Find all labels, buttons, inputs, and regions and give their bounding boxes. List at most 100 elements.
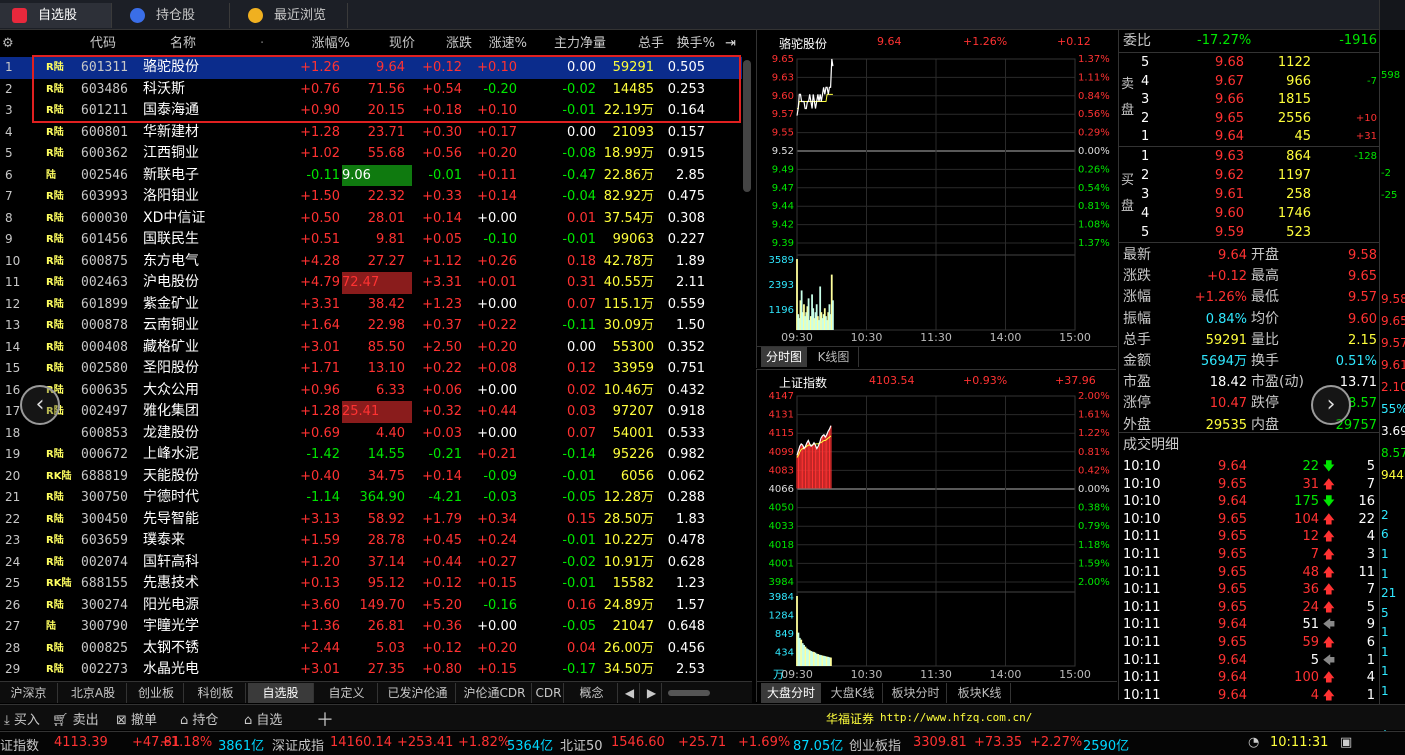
buy-level[interactable]: 4 9.60 1746: [1119, 205, 1379, 223]
stock-intraday-chart[interactable]: 9.65 1.37% 9.63 1.11% 9.60 0.84% 9.57 0.56% 9.55…: [757, 50, 1117, 350]
tabs-left-arrow-icon[interactable]: ◀: [620, 683, 640, 703]
tab-positions[interactable]: 持仓股: [118, 3, 230, 28]
tab-sector-kline[interactable]: 板块K线: [949, 683, 1011, 703]
tabs-right-arrow-icon[interactable]: ▶: [642, 683, 662, 703]
col-price[interactable]: 现价: [389, 30, 415, 57]
sell-level[interactable]: 2 9.65 2556 +10: [1119, 110, 1379, 128]
col-name[interactable]: 名称: [170, 30, 196, 57]
holdings-button[interactable]: ⌂ 持仓: [180, 709, 218, 728]
table-row[interactable]: 16 R陆 600635 大众公用 +0.96 6.33 +0.06 +0.00 0.02 10.…: [0, 380, 742, 402]
sell-level[interactable]: 3 9.66 1815: [1119, 91, 1379, 109]
cell-vol: 24.89万: [603, 597, 654, 613]
sell-level[interactable]: 5 9.68 1122: [1119, 54, 1379, 72]
buy-level[interactable]: 3 9.61 258: [1119, 186, 1379, 204]
table-row[interactable]: 10 R陆 600875 东方电气 +4.28 27.27 +1.12 +0.26 0.18 42…: [0, 251, 742, 273]
col-volume[interactable]: 总手: [638, 30, 664, 57]
table-row[interactable]: 11 R陆 002463 沪电股份 +4.79 72.47 +3.31 +0.01 0.31 40…: [0, 272, 742, 294]
btab-watchlist[interactable]: 自选股: [248, 683, 314, 703]
watchlist-button[interactable]: ⌂ 自选: [244, 709, 282, 728]
stock-code: 002463: [81, 275, 128, 290]
table-row[interactable]: 14 R陆 000408 藏格矿业 +3.01 85.50 +2.50 +0.20 0.00 55…: [0, 337, 742, 359]
table-row[interactable]: 15 R陆 002580 圣阳股份 +1.71 13.10 +0.22 +0.08 0.12 33…: [0, 358, 742, 380]
table-row[interactable]: 13 R陆 000878 云南铜业 +1.64 22.98 +0.37 +0.22 -0.11 3…: [0, 315, 742, 337]
btab-chinext[interactable]: 创业板: [129, 683, 184, 703]
table-row[interactable]: 19 R陆 000672 上峰水泥 -1.42 14.55 -0.21 +0.21 -0.14 9…: [0, 444, 742, 466]
col-pct[interactable]: 涨幅%: [312, 30, 350, 57]
table-row[interactable]: 22 R陆 300450 先导智能 +3.13 58.92 +1.79 +0.34 0.15 28…: [0, 509, 742, 531]
col-turnover[interactable]: 换手%: [677, 30, 715, 57]
table-row[interactable]: 6 陆 002546 新联电子 -0.11 9.06 -0.01 +0.11 -0.47 22.8…: [0, 164, 742, 186]
col-net-flow[interactable]: 主力净量: [554, 30, 606, 57]
prev-page-button[interactable]: ‹: [20, 385, 60, 425]
y-tick-left: 9.60: [772, 91, 794, 102]
table-row[interactable]: 28 R陆 000825 太钢不锈 +2.44 5.03 +0.12 +0.20 0.04 26.…: [0, 638, 742, 660]
sell-level[interactable]: 1 9.64 45 +31: [1119, 128, 1379, 146]
table-row[interactable]: 5 R陆 600362 江西铜业 +1.02 55.68 +0.56 +0.20 -0.08 18…: [0, 143, 742, 165]
sell-button[interactable]: 🛒︎ 卖出: [52, 709, 99, 728]
table-row[interactable]: 24 R陆 002074 国轩高科 +1.20 37.14 +0.44 +0.27 -0.02 1…: [0, 552, 742, 574]
broker-url[interactable]: http://www.hfzq.com.cn/: [880, 711, 1032, 724]
table-row[interactable]: 23 R陆 603659 璞泰来 +1.59 28.78 +0.45 +0.24 -0.01 10…: [0, 530, 742, 552]
tick-row: 10:11 9.64 100 🡅 4: [1123, 670, 1375, 686]
table-row[interactable]: 21 R陆 300750 宁德时代 -1.14 364.90 -4.21 -0.03 -0.05…: [0, 487, 742, 509]
tab-index-kline[interactable]: 大盘K线: [823, 683, 883, 703]
bell-icon[interactable]: ◔: [1248, 735, 1259, 750]
table-row[interactable]: 4 R陆 600801 华新建材 +1.28 23.71 +0.30 +0.17 0.00 210…: [0, 122, 742, 144]
tab-kline[interactable]: K线图: [809, 347, 859, 367]
table-row[interactable]: 18 600853 龙建股份 +0.69 4.40 +0.03 +0.00 0.07 54001…: [0, 423, 742, 445]
btab-cdr[interactable]: CDR: [534, 683, 564, 703]
tab-watchlist[interactable]: 自选股: [0, 3, 112, 28]
table-row[interactable]: 9 R陆 601456 国联民生 +0.51 9.81 +0.05 -0.10 -0.01 990…: [0, 229, 742, 251]
table-scrollbar[interactable]: [743, 60, 751, 192]
cell-pct: +0.69: [300, 425, 340, 441]
buy-level[interactable]: 1 9.63 864 -128: [1119, 148, 1379, 166]
index-intraday-chart[interactable]: 4147 2.00% 4131 1.61% 4115 1.22% 4099 0.81% 4083…: [757, 388, 1117, 683]
column-expand-icon[interactable]: ⇥: [725, 30, 736, 57]
tab-recent[interactable]: 最近浏览: [236, 3, 348, 28]
cell-pct: +0.51: [300, 232, 340, 247]
tick-up-arrow-icon: 🡅: [1322, 599, 1335, 614]
cell-price: 28.78: [367, 533, 405, 548]
table-row[interactable]: 25 RK陆 688155 先惠技术 +0.13 95.12 +0.12 +0.15 -0.01…: [0, 573, 742, 595]
buy-button[interactable]: ⤓ 买入: [4, 709, 40, 728]
col-code[interactable]: 代码: [90, 30, 116, 57]
btab-hushenjing[interactable]: 沪深京: [0, 683, 58, 703]
y-tick-right: 0.00%: [1078, 484, 1110, 495]
table-row[interactable]: 26 R陆 300274 阳光电源 +3.60 149.70 +5.20 -0.16 0.16 2…: [0, 595, 742, 617]
btab-gdr[interactable]: 已发沪伦通: [380, 683, 456, 703]
cancel-order-button[interactable]: ⊠ 撤单: [116, 709, 157, 728]
add-icon[interactable]: ＋: [316, 706, 334, 732]
btab-star[interactable]: 科创板: [186, 683, 246, 703]
row-number: 5: [5, 146, 13, 160]
cell-chg: +5.20: [422, 597, 462, 613]
tab-index-intraday[interactable]: 大盘分时: [761, 683, 821, 703]
tabs-scrollbar[interactable]: [668, 690, 710, 696]
next-page-button[interactable]: ›: [1311, 385, 1351, 425]
btab-concept[interactable]: 概念: [566, 683, 618, 703]
buy-level[interactable]: 2 9.62 1197: [1119, 167, 1379, 185]
sort-dot-icon: ·: [260, 36, 265, 51]
table-row[interactable]: 12 R陆 601899 紫金矿业 +3.31 38.42 +1.23 +0.00 0.07 11…: [0, 294, 742, 316]
btab-custom[interactable]: 自定义: [316, 683, 378, 703]
message-icon[interactable]: ▣: [1340, 735, 1352, 750]
table-row[interactable]: 20 RK陆 688819 天能股份 +0.40 34.75 +0.14 -0.09 -0.01…: [0, 466, 742, 488]
settings-gear-icon[interactable]: ⚙: [2, 30, 14, 57]
tab-intraday[interactable]: 分时图: [761, 347, 807, 367]
tab-sector-intraday[interactable]: 板块分时: [885, 683, 947, 703]
col-change[interactable]: 涨跌: [446, 30, 472, 57]
table-row[interactable]: 27 陆 300790 宇瞳光学 +1.36 26.81 +0.36 +0.00 -0.05 21…: [0, 616, 742, 638]
table-row[interactable]: 8 R陆 600030 XD中信证 +0.50 28.01 +0.14 +0.00 0.01 37…: [0, 208, 742, 230]
btab-beijing-a[interactable]: 北京A股: [60, 683, 127, 703]
row-number: 4: [5, 124, 13, 139]
btab-cdr-connect[interactable]: 沪伦通CDR: [458, 683, 532, 703]
cell-spd: -0.10: [483, 232, 517, 247]
buy-level[interactable]: 5 9.59 523: [1119, 224, 1379, 242]
table-row[interactable]: 7 R陆 603993 洛阳钼业 +1.50 22.32 +0.33 +0.14 -0.04 82…: [0, 186, 742, 208]
cell-net: -0.17: [562, 662, 596, 677]
cell-chg: -4.21: [428, 490, 462, 505]
table-row[interactable]: 29 R陆 002273 水晶光电 +3.01 27.35 +0.80 +0.15 -0.17 3…: [0, 659, 742, 680]
table-row[interactable]: 17 R陆 002497 雅化集团 +1.28 25.41 +0.32 +0.44 0.03 97…: [0, 401, 742, 423]
sell-level[interactable]: 4 9.67 966 -7: [1119, 73, 1379, 91]
col-speed[interactable]: 涨速%: [489, 30, 527, 57]
row-number: 27: [5, 619, 21, 633]
